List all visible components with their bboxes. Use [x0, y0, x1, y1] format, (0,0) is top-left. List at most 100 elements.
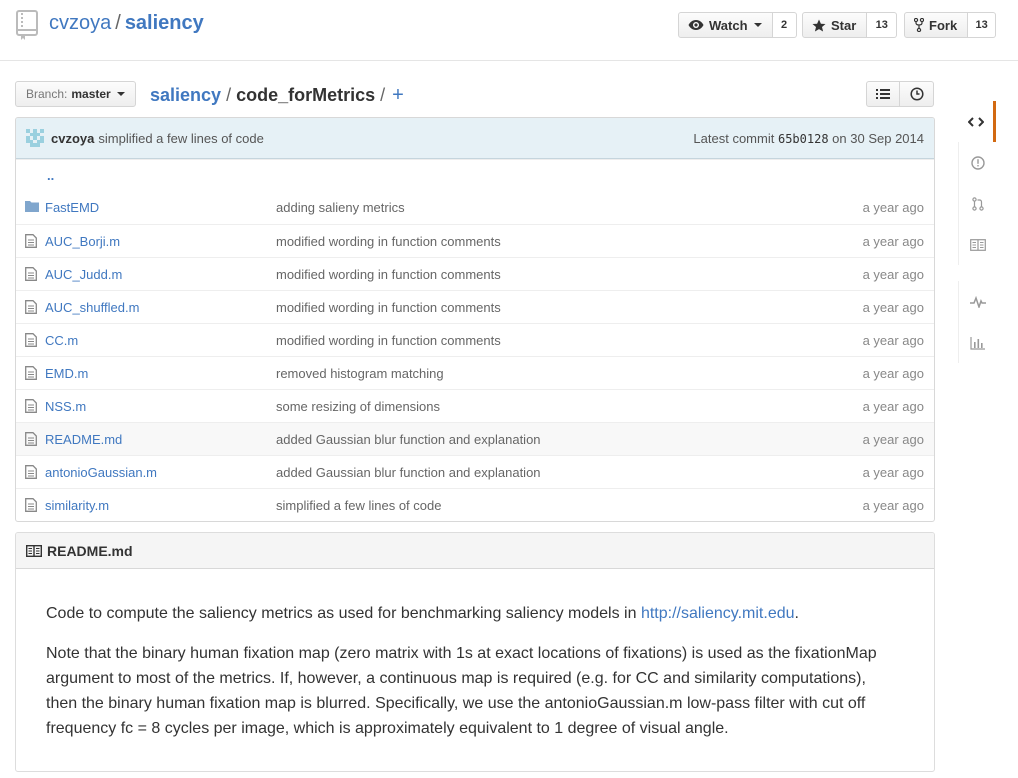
readme-p2-line: Note that the binary human fixation map … [46, 645, 877, 662]
nav-gap [958, 265, 996, 281]
history-button[interactable] [900, 81, 934, 107]
nav-pulse[interactable] [958, 281, 996, 322]
parent-directory-link[interactable]: .. [47, 168, 54, 183]
history-icon [909, 87, 924, 101]
nav-pull-requests[interactable] [958, 183, 996, 224]
file-name-link[interactable]: similarity.m [45, 498, 109, 513]
table-row[interactable]: NSS.m some resizing of dimensions a year a… [16, 389, 934, 422]
commit-author-link[interactable]: cvzoya [51, 131, 94, 146]
file-icon [25, 465, 37, 479]
pull-request-icon [971, 196, 984, 211]
table-row[interactable]: README.md added Gaussian blur function an… [16, 422, 934, 455]
file-name-link[interactable]: NSS.m [45, 399, 86, 414]
nav-graphs[interactable] [958, 322, 996, 363]
table-row[interactable]: AUC_shuffled.m modified wording in functi… [16, 290, 934, 323]
nav-issues[interactable] [958, 142, 996, 183]
file-commit-message-link[interactable]: added Gaussian blur function and explana… [276, 465, 541, 480]
file-commit-message-link[interactable]: simplified a few lines of code [276, 498, 441, 513]
file-name-link[interactable]: CC.m [45, 333, 78, 348]
file-icon [25, 399, 37, 413]
readme-p1-end: . [794, 605, 799, 622]
file-icon-wrap [25, 300, 37, 317]
nav-code[interactable] [958, 101, 996, 142]
new-file-link[interactable]: + [392, 84, 404, 106]
file-name-link[interactable]: antonioGaussian.m [45, 465, 157, 480]
table-row[interactable]: AUC_Borji.m modified wording in function … [16, 224, 934, 257]
table-row[interactable]: EMD.m removed histogram matching a year ag… [16, 356, 934, 389]
file-icon [25, 267, 37, 281]
file-icon-wrap [25, 399, 37, 416]
branch-select-button[interactable]: Branch: master [15, 81, 136, 107]
file-commit-message-link[interactable]: removed histogram matching [276, 366, 444, 381]
file-icon [25, 234, 37, 248]
file-navigation-table: cvzoya simplified a few lines of code La… [15, 117, 935, 522]
watch-group: Watch 2 [678, 12, 797, 38]
file-icon [25, 300, 37, 314]
table-row[interactable]: similarity.m simplified a few lines of co… [16, 488, 934, 521]
repo-name-link[interactable]: saliency [125, 12, 204, 34]
commit-sha-link[interactable]: 65b0128 [778, 132, 829, 146]
breadcrumb-root-link[interactable]: saliency [150, 85, 221, 105]
saliency-site-link[interactable]: http://saliency.mit.edu [641, 605, 795, 622]
folder-icon [25, 201, 39, 212]
file-name-link[interactable]: AUC_shuffled.m [45, 300, 139, 315]
latest-commit-label: Latest commit [693, 130, 775, 146]
star-icon [812, 19, 826, 31]
watch-count[interactable]: 2 [772, 12, 797, 38]
file-commit-message-link[interactable]: modified wording in function comments [276, 267, 501, 282]
file-name-link[interactable]: README.md [45, 432, 122, 447]
file-name-link[interactable]: FastEMD [45, 200, 99, 215]
table-row[interactable]: AUC_Judd.m modified wording in function c… [16, 257, 934, 290]
commit-message-link[interactable]: simplified a few lines of code [98, 131, 263, 146]
commit-meta: Latest commit 65b0128 on 30 Sep 2014 [693, 131, 924, 146]
file-commit-message-link[interactable]: modified wording in function comments [276, 234, 501, 249]
file-icon-wrap [25, 432, 37, 449]
star-count[interactable]: 13 [867, 12, 898, 38]
readme-header: README.md [16, 533, 934, 569]
table-row[interactable]: antonioGaussian.m added Gaussian blur fun… [16, 455, 934, 488]
parent-directory-row[interactable]: .. [16, 159, 934, 191]
fork-icon [914, 18, 924, 32]
fork-label: Fork [929, 17, 958, 33]
watch-button[interactable]: Watch [678, 12, 773, 38]
breadcrumb-current: code_forMetrics [236, 85, 376, 105]
readme-p1-text: Code to compute the saliency metrics as … [46, 605, 641, 622]
file-tools [866, 81, 934, 107]
fork-button[interactable]: Fork [904, 12, 969, 38]
file-icon-wrap [25, 333, 37, 350]
file-icon-wrap [25, 366, 37, 383]
fork-count[interactable]: 13 [968, 12, 997, 38]
table-row[interactable]: CC.m modified wording in function comment… [16, 323, 934, 356]
file-icon-wrap [25, 465, 37, 482]
file-commit-message-link[interactable]: modified wording in function comments [276, 333, 501, 348]
star-label: Star [831, 17, 857, 33]
star-button[interactable]: Star [802, 12, 868, 38]
file-icon [25, 333, 37, 347]
folder-icon-wrap [25, 200, 39, 215]
file-commit-message-link[interactable]: added Gaussian blur function and explana… [276, 432, 541, 447]
list-view-button[interactable] [866, 81, 900, 107]
nav-wiki[interactable] [958, 224, 996, 265]
file-name-link[interactable]: AUC_Borji.m [45, 234, 120, 249]
file-icon-wrap [25, 498, 37, 515]
avatar[interactable] [26, 129, 44, 147]
readme-p2-line: frequency fc = 8 cycles per image, which… [46, 720, 729, 737]
readme-paragraph: Note that the binary human fixation map … [46, 641, 904, 741]
file-age: a year ago [862, 332, 924, 348]
breadcrumb: saliency / code_forMetrics / + [150, 84, 404, 107]
breadcrumb-separator: / [226, 85, 232, 105]
file-name-link[interactable]: AUC_Judd.m [45, 267, 122, 282]
commit-date: 30 Sep 2014 [850, 130, 924, 146]
chevron-down-icon [116, 92, 125, 96]
eye-icon [688, 20, 704, 30]
table-row[interactable]: FastEMD adding salieny metrics a year ago [16, 191, 934, 224]
branch-name: master [71, 87, 111, 101]
file-commit-message-link[interactable]: some resizing of dimensions [276, 399, 440, 414]
file-age: a year ago [862, 431, 924, 447]
file-commit-message-link[interactable]: adding salieny metrics [276, 200, 405, 215]
file-name-link[interactable]: EMD.m [45, 366, 88, 381]
file-commit-message-link[interactable]: modified wording in function comments [276, 300, 501, 315]
file-age: a year ago [862, 464, 924, 480]
repo-sidenav [958, 101, 996, 363]
repo-owner-link[interactable]: cvzoya [49, 12, 111, 34]
